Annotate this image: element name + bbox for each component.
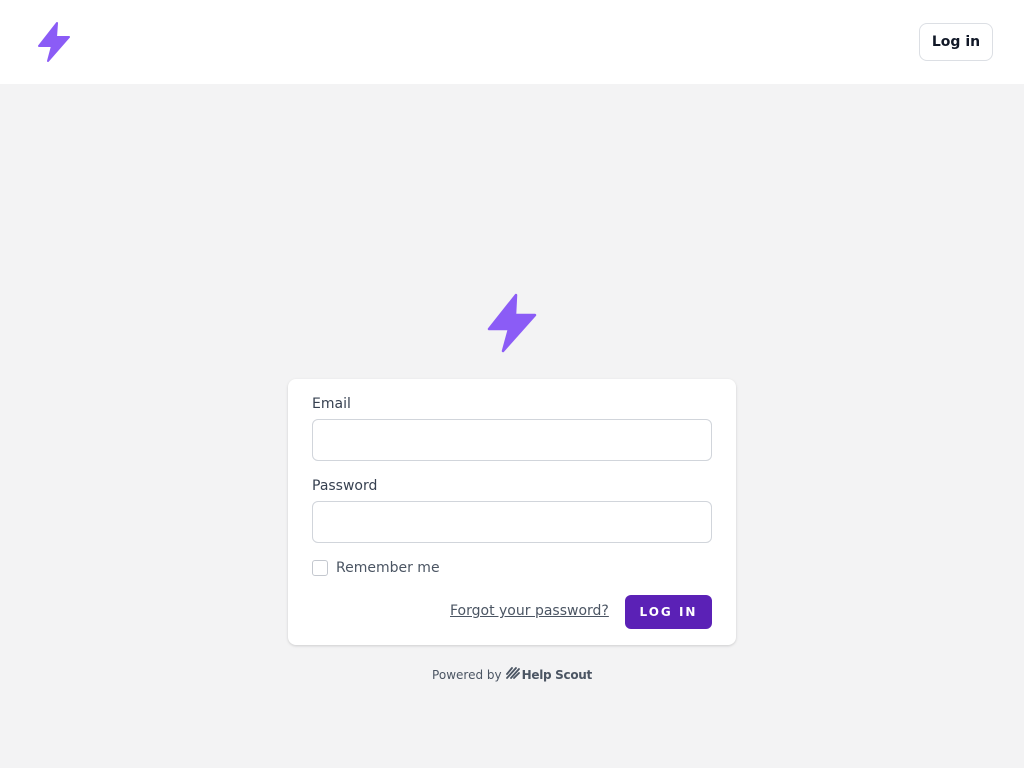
top-bar: Log in (0, 0, 1024, 84)
password-field[interactable] (312, 501, 712, 543)
help-scout-link[interactable]: Help Scout (505, 667, 593, 682)
lightning-bolt-icon (486, 293, 538, 353)
email-field[interactable] (312, 419, 712, 461)
email-label: Email (312, 396, 351, 412)
help-scout-logo-icon (505, 667, 520, 682)
login-submit-button[interactable]: LOG IN (625, 595, 712, 629)
powered-by-footer: Powered by Help Scout (0, 667, 1024, 682)
help-scout-name: Help Scout (521, 667, 593, 682)
forgot-password-link[interactable]: Forgot your password? (450, 603, 609, 619)
remember-me-checkbox[interactable] (312, 560, 328, 576)
lightning-bolt-icon[interactable] (36, 22, 72, 62)
header-login-button[interactable]: Log in (919, 23, 993, 61)
password-label: Password (312, 478, 378, 494)
remember-me-row[interactable]: Remember me (312, 560, 440, 576)
remember-me-label: Remember me (336, 560, 440, 576)
powered-by-label: Powered by (432, 667, 502, 682)
login-form: Email Password Remember me Forgot your p… (288, 379, 736, 645)
